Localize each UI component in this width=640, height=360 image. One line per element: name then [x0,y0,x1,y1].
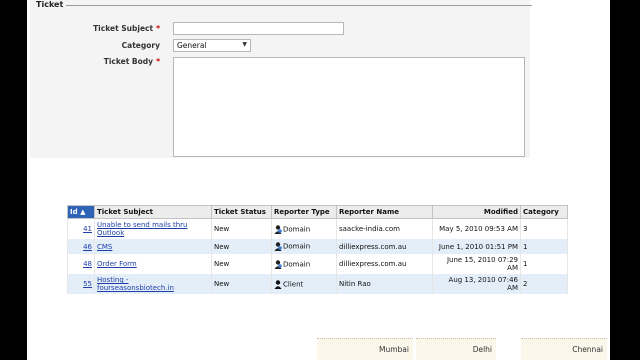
cell-reporter-type: Client [271,274,337,294]
cell-subject[interactable]: Unable to send mails thru Outlook [94,218,212,239]
cell-category: 1 [520,239,568,254]
footer-city-mumbai: Mumbai [317,338,413,360]
cell-subject[interactable]: CMS [94,239,212,254]
cell-modified: May 5, 2010 09:53 AM [432,218,521,239]
table-row: 41 Unable to send mails thru Outlook New … [67,218,568,239]
cell-reporter-type: Domain [271,239,337,254]
ticket-subject-link[interactable]: Order Form [97,260,137,268]
cell-reporter-name: Nitin Rao [336,274,433,294]
column-header-modified[interactable]: Modified [432,205,521,219]
column-header-reporter-name[interactable]: Reporter Name [336,205,433,219]
cell-category: 2 [520,274,568,294]
cell-reporter-type: Domain [271,218,337,239]
cell-modified: Aug 13, 2010 07:46 AM [432,274,521,294]
column-header-id[interactable]: Id ▲ [67,205,95,219]
cell-id[interactable]: 46 [67,239,95,254]
form-legend: Ticket [36,0,64,9]
table-row: 48 Order Form New Domain dilliexpress.co… [67,254,568,274]
client-user-icon [274,279,282,289]
cell-reporter-name: dilliexpress.com.au [336,254,433,274]
cell-category: 3 [520,218,568,239]
cell-subject[interactable]: Hosting - fourseasonsbiotech.in [94,274,212,294]
domain-user-icon [274,242,282,251]
ticket-subject-input[interactable] [173,22,344,35]
category-label: Category [121,41,160,50]
ticket-form-panel: Ticket Ticket Subject * Category General … [30,0,532,158]
footer-city-delhi: Delhi [416,338,496,360]
legend-divider [66,5,532,6]
ticket-id-link[interactable]: 41 [83,225,92,233]
table-row: 55 Hosting - fourseasonsbiotech.in New Cl… [67,274,568,294]
cell-id[interactable]: 48 [67,254,95,274]
ticket-subject-label: Ticket Subject * [93,24,160,33]
cell-reporter-name: saacke-india.com [336,218,433,239]
sort-asc-icon: ▲ [80,208,86,216]
domain-user-icon [274,259,282,269]
ticket-id-link[interactable]: 48 [83,260,92,268]
cell-status: New [211,254,272,274]
cell-category: 1 [520,254,568,274]
cell-modified: June 1, 2010 01:51 PM [432,239,521,254]
tickets-table: Id ▲ Ticket Subject Ticket Status Report… [67,205,568,294]
footer-city-chennai: Chennai [521,338,607,360]
cell-modified: June 15, 2010 07:29 AM [432,254,521,274]
ticket-id-link[interactable]: 55 [83,280,92,288]
dropdown-arrow-icon: ▼ [242,41,247,48]
ticket-body-label: Ticket Body * [103,57,160,66]
table-header-row: Id ▲ Ticket Subject Ticket Status Report… [67,205,568,219]
cell-status: New [211,239,272,254]
cell-subject[interactable]: Order Form [94,254,212,274]
ticket-subject-link[interactable]: CMS [97,243,112,251]
domain-user-icon [274,224,282,234]
column-header-ticket-status[interactable]: Ticket Status [211,205,272,219]
category-select[interactable]: General ▼ [173,39,251,52]
ticket-id-link[interactable]: 46 [83,243,92,251]
ticket-body-textarea[interactable] [173,57,525,157]
column-header-ticket-subject[interactable]: Ticket Subject [94,205,212,219]
cell-id[interactable]: 41 [67,218,95,239]
column-header-reporter-type[interactable]: Reporter Type [271,205,337,219]
cell-reporter-type: Domain [271,254,337,274]
table-row: 46 CMS New Domain dilliexpress.com.au Ju… [67,239,568,254]
cell-id[interactable]: 55 [67,274,95,294]
cell-status: New [211,274,272,294]
category-selected-value: General [177,41,207,50]
ticket-subject-link[interactable]: Unable to send mails thru Outlook [97,221,187,237]
cell-reporter-name: dilliexpress.com.au [336,239,433,254]
cell-status: New [211,218,272,239]
ticket-subject-link[interactable]: Hosting - fourseasonsbiotech.in [97,276,174,292]
column-header-category[interactable]: Category [520,205,568,219]
ticket-page: Ticket Ticket Subject * Category General … [27,0,610,360]
